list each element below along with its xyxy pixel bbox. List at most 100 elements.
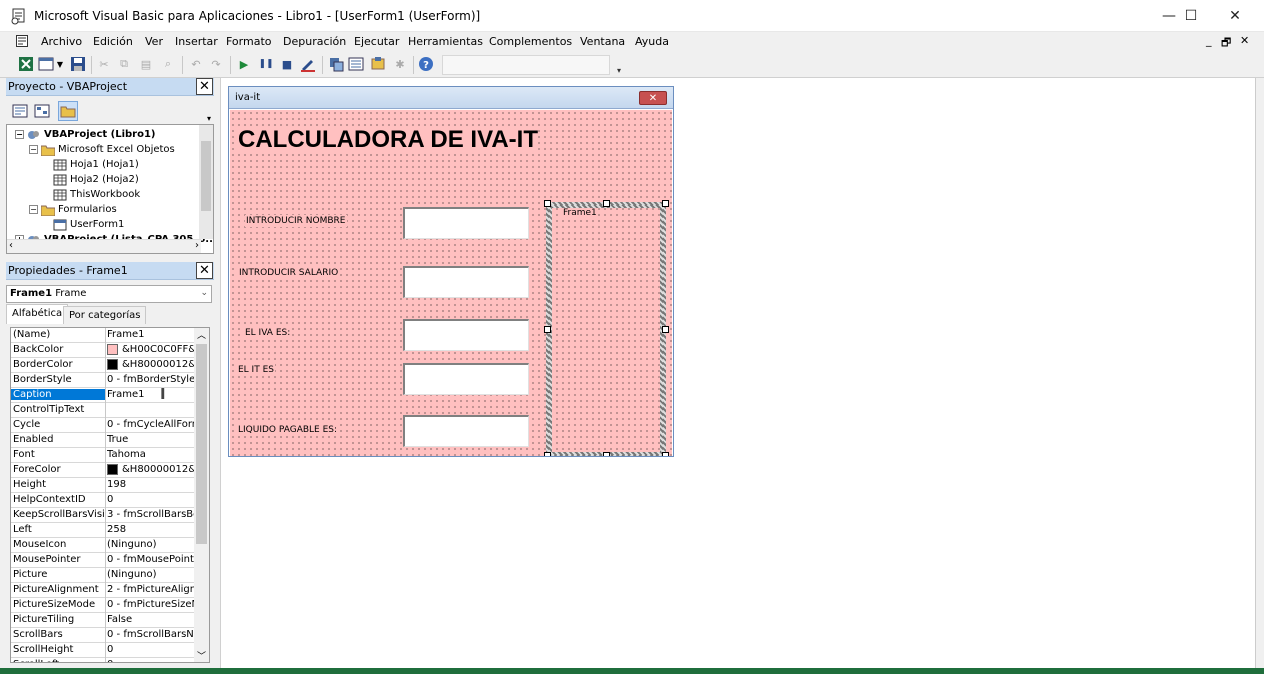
property-row[interactable]: ControlTipText xyxy=(11,403,195,418)
property-value[interactable]: 0 xyxy=(107,659,195,662)
tab-por-categorias[interactable]: Por categorías xyxy=(63,306,147,324)
tree-horizontal-scrollbar[interactable]: ‹ › xyxy=(7,239,201,253)
property-value[interactable]: Tahoma xyxy=(107,449,195,460)
label-it[interactable]: EL IT ES xyxy=(237,364,275,376)
userform-window[interactable]: iva-it ✕ CALCULADORA DE IVA-IT INTRODUCI… xyxy=(228,86,674,457)
userform-close-button[interactable]: ✕ xyxy=(639,91,667,105)
tree-expander-icon[interactable]: − xyxy=(29,205,38,214)
scroll-thumb[interactable] xyxy=(196,344,207,544)
property-row[interactable]: BorderColor &H80000012& xyxy=(11,358,195,373)
project-explorer-icon[interactable] xyxy=(328,56,344,72)
property-row[interactable]: PictureAlignment 2 - fmPictureAlignm xyxy=(11,583,195,598)
tree-node[interactable]: Hoja2 (Hoja2) xyxy=(53,172,139,187)
property-row[interactable]: Caption Frame1 xyxy=(11,388,195,403)
tree-node[interactable]: ThisWorkbook xyxy=(53,187,140,202)
property-value[interactable]: 0 - fmCycleAllForms xyxy=(107,419,195,430)
mdi-close-button[interactable]: ✕ xyxy=(1240,34,1249,47)
cut-icon[interactable]: ✂ xyxy=(96,56,112,72)
property-value[interactable]: 2 - fmPictureAlignm xyxy=(107,584,195,595)
resize-handle-w[interactable] xyxy=(544,326,551,333)
textbox-iva[interactable] xyxy=(403,319,529,351)
property-row[interactable]: BorderStyle 0 - fmBorderStyleN xyxy=(11,373,195,388)
find-icon[interactable]: ⌕ xyxy=(160,56,176,72)
label-introducir-nombre[interactable]: INTRODUCIR NOMBRE xyxy=(245,215,347,227)
object-selector[interactable]: Frame1 Frame ⌄ xyxy=(6,285,212,303)
form-heading-label[interactable]: CALCULADORA DE IVA-IT xyxy=(238,126,538,154)
properties-window-icon[interactable] xyxy=(348,56,364,72)
tree-expander-icon[interactable]: − xyxy=(29,145,38,154)
property-row[interactable]: PictureSizeMode 0 - fmPictureSizeMc xyxy=(11,598,195,613)
reset-icon[interactable]: ■ xyxy=(279,56,295,72)
label-introducir-salario[interactable]: INTRODUCIR SALARIO xyxy=(238,267,340,279)
toggle-folders-icon[interactable] xyxy=(58,101,78,121)
project-toolbar-grip[interactable]: ▾ xyxy=(204,99,214,123)
label-liquido-pagable[interactable]: LIQUIDO PAGABLE ES: xyxy=(237,424,339,436)
insert-userform-icon[interactable] xyxy=(38,56,54,72)
resize-handle-e[interactable] xyxy=(662,326,669,333)
menu-depuracion[interactable]: Depuración xyxy=(283,35,346,48)
menu-ejecutar[interactable]: Ejecutar xyxy=(354,35,399,48)
dropdown-icon[interactable]: ▼ xyxy=(56,56,64,72)
close-button[interactable]: ✕ xyxy=(1212,0,1258,32)
frame1[interactable]: Frame1 xyxy=(546,202,666,456)
design-mode-icon[interactable] xyxy=(300,56,316,72)
property-row[interactable]: Cycle 0 - fmCycleAllForms xyxy=(11,418,195,433)
property-value[interactable]: 0 - fmMousePointer xyxy=(107,554,195,565)
property-value[interactable]: 0 - fmPictureSizeMc xyxy=(107,599,195,610)
property-row[interactable]: (Name) Frame1 xyxy=(11,328,195,343)
property-value[interactable]: 0 - fmScrollBarsNor xyxy=(107,629,195,640)
properties-scrollbar[interactable]: ︿ ﹀ xyxy=(194,328,209,662)
menu-insertar[interactable]: Insertar xyxy=(175,35,218,48)
scroll-thumb[interactable] xyxy=(201,141,211,211)
tree-node[interactable]: UserForm1 xyxy=(53,217,124,232)
property-value[interactable]: False xyxy=(107,614,195,625)
property-row[interactable]: Enabled True xyxy=(11,433,195,448)
help-icon[interactable]: ? xyxy=(418,56,434,72)
resize-handle-nw[interactable] xyxy=(544,200,551,207)
property-row[interactable]: Height 198 xyxy=(11,478,195,493)
property-value[interactable]: Frame1 xyxy=(107,329,195,340)
menu-complementos[interactable]: Complementos xyxy=(489,35,572,48)
maximize-button[interactable]: ☐ xyxy=(1168,0,1214,32)
textbox-liquido[interactable] xyxy=(403,415,529,447)
menu-archivo[interactable]: Archivo xyxy=(41,35,82,48)
menu-herramientas[interactable]: Herramientas xyxy=(408,35,483,48)
view-code-icon[interactable] xyxy=(10,101,30,121)
menu-ventana[interactable]: Ventana xyxy=(580,35,625,48)
property-value[interactable]: (Ninguno) xyxy=(107,539,195,550)
property-value[interactable]: 0 xyxy=(107,494,195,505)
redo-icon[interactable]: ↷ xyxy=(208,56,224,72)
project-explorer-close-button[interactable]: ✕ xyxy=(196,78,213,95)
property-row[interactable]: ForeColor &H80000012& xyxy=(11,463,195,478)
property-value[interactable]: Frame1 xyxy=(107,389,195,400)
object-browser-icon[interactable] xyxy=(370,56,386,72)
tree-node[interactable]: − Formularios xyxy=(29,202,117,217)
mdi-restore-button[interactable]: 🗗 xyxy=(1221,34,1231,53)
textbox-salario[interactable] xyxy=(403,266,529,298)
userform-body[interactable]: CALCULADORA DE IVA-IT INTRODUCIR NOMBRE … xyxy=(230,110,672,456)
toolbox-icon[interactable]: ✱ xyxy=(392,56,408,72)
properties-close-button[interactable]: ✕ xyxy=(196,262,213,279)
menu-ayuda[interactable]: Ayuda xyxy=(635,35,669,48)
property-value[interactable]: True xyxy=(107,434,195,445)
property-value[interactable]: &H80000012& xyxy=(107,464,195,475)
resize-handle-n[interactable] xyxy=(603,200,610,207)
property-row[interactable]: MouseIcon (Ninguno) xyxy=(11,538,195,553)
property-value[interactable]: 198 xyxy=(107,479,195,490)
property-value[interactable]: &H00C0C0FF& xyxy=(107,344,195,355)
mdi-minimize-button[interactable]: _ xyxy=(1206,34,1212,47)
menu-edicion[interactable]: Edición xyxy=(93,35,133,48)
property-value[interactable]: 3 - fmScrollBarsBotl xyxy=(107,509,195,520)
label-iva[interactable]: EL IVA ES: xyxy=(244,327,292,339)
property-value[interactable]: &H80000012& xyxy=(107,359,195,370)
form-system-menu-icon[interactable] xyxy=(16,35,28,47)
tree-node[interactable]: − VBAProject (Libro1) xyxy=(15,127,156,142)
property-value[interactable]: (Ninguno) xyxy=(107,569,195,580)
property-row[interactable]: Font Tahoma xyxy=(11,448,195,463)
break-icon[interactable]: ❚❚ xyxy=(258,56,274,72)
property-value[interactable]: 0 - fmBorderStyleN xyxy=(107,374,195,385)
property-row[interactable]: PictureTiling False xyxy=(11,613,195,628)
copy-icon[interactable]: ⧉ xyxy=(116,56,132,72)
textbox-it[interactable] xyxy=(403,363,529,395)
excel-icon[interactable] xyxy=(18,56,34,72)
